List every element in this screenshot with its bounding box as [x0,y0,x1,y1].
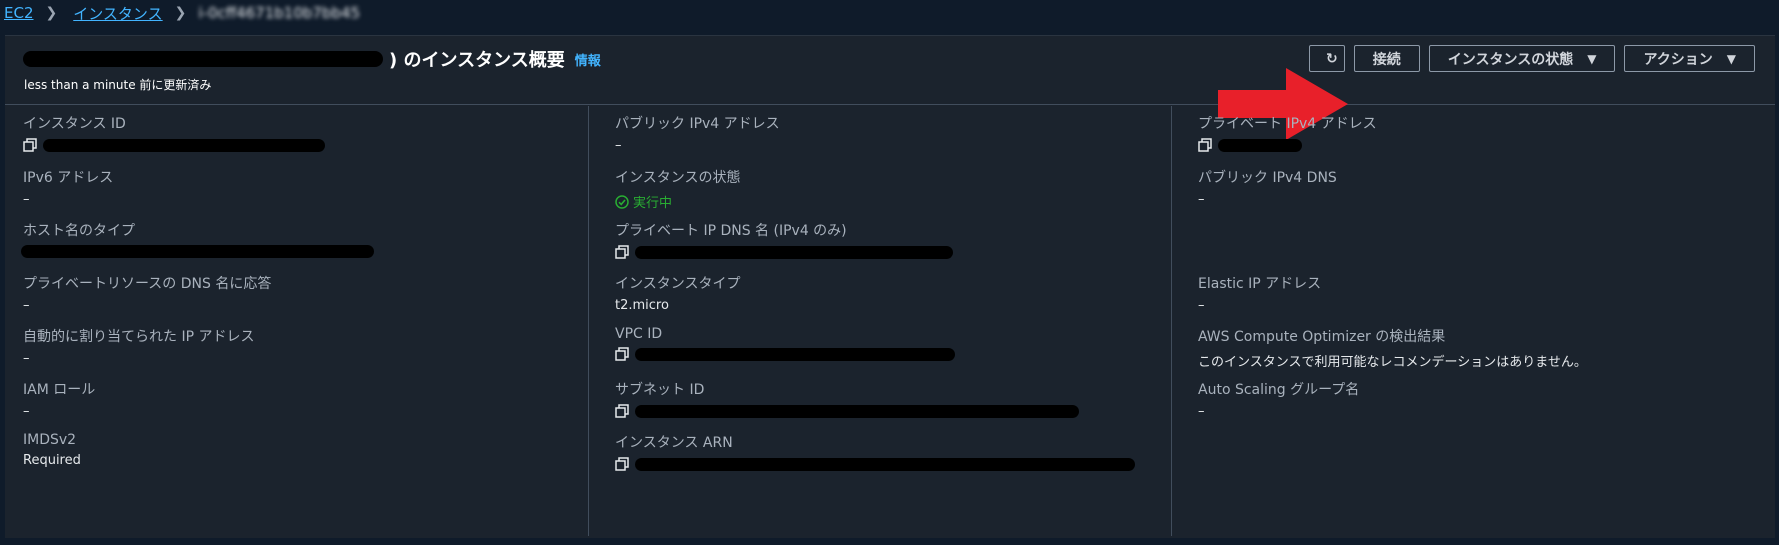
field-instance-arn: インスタンス ARN [615,432,1135,471]
field-vpc-id: VPC ID [615,326,955,361]
header-actions: ↻ 接続 インスタンスの状態 ▼ アクション ▼ [1308,45,1755,72]
field-label: IMDSv2 [23,432,77,448]
instance-state-dropdown[interactable]: インスタンスの状態 ▼ [1428,45,1616,72]
field-label: パブリック IPv4 アドレス [615,116,780,132]
field-instance-id: インスタンス ID [23,113,325,152]
redacted-link[interactable] [635,404,1079,418]
details-column-2: パブリック IPv4 アドレス – インスタンスの状態 実行中 プライベート I… [588,106,1169,536]
field-value [615,347,955,361]
field-label: インスタンスの状態 [615,170,741,186]
field-auto-ip: 自動的に割り当てられた IP アドレス – [23,326,254,366]
field-value: このインスタンスで利用可能なレコメンデーションはありません。 [1198,355,1587,370]
instance-state-label: インスタンスの状態 [1447,51,1574,68]
field-private-ip-dns: プライベート IP DNS 名 (IPv4 のみ) [615,220,953,259]
field-label: IPv6 アドレス [23,170,114,186]
field-label: パブリック IPv4 DNS [1198,170,1337,186]
field-value [21,245,374,258]
field-imdsv2: IMDSv2 Required [23,432,81,468]
field-subnet-id: サブネット ID [615,379,1079,418]
field-label: 自動的に割り当てられた IP アドレス [23,329,255,345]
field-compute-optimizer: AWS Compute Optimizer の検出結果 このインスタンスで利用可… [1198,326,1587,370]
redacted-value [635,457,1135,471]
field-label: ホスト名のタイプ [23,223,135,239]
field-value: Required [23,453,81,468]
chevron-right-icon: ❯ [174,5,187,21]
last-updated-text: less than a minute 前に更新済み [24,78,212,92]
field-label: インスタンスタイプ [615,276,741,292]
field-private-dns-answer: プライベートリソースの DNS 名に応答 – [23,273,271,313]
field-label: VPC ID [615,326,663,342]
panel-header: ) のインスタンス概要 情報 less than a minute 前に更新済み… [5,36,1775,105]
field-label: IAM ロール [23,382,96,398]
connect-button[interactable]: 接続 [1353,45,1420,72]
breadcrumb-current: i-0cff4671b10b7bb45 [198,4,361,22]
refresh-icon: ↻ [1326,50,1338,67]
copy-icon[interactable] [23,138,37,152]
actions-label: アクション [1643,51,1713,68]
redacted-value [1218,138,1302,152]
field-value: – [1198,298,1205,313]
field-value [615,457,1135,471]
field-label: Auto Scaling グループ名 [1198,382,1360,398]
field-instance-state: インスタンスの状態 実行中 [615,167,740,211]
field-label: プライベートリソースの DNS 名に応答 [23,276,272,292]
field-value [1198,138,1377,152]
copy-icon[interactable] [615,457,629,471]
breadcrumb: EC2 ❯ インスタンス ❯ i-0cff4671b10b7bb45 [0,0,360,26]
caret-down-icon: ▼ [1587,51,1597,66]
field-public-ipv4: パブリック IPv4 アドレス – [615,113,780,153]
field-label: サブネット ID [615,382,705,398]
actions-dropdown[interactable]: アクション ▼ [1624,45,1755,72]
copy-icon[interactable] [1198,138,1212,152]
chevron-right-icon: ❯ [45,5,58,21]
copy-icon[interactable] [615,347,629,361]
field-value: – [23,351,30,366]
field-public-ipv4-dns: パブリック IPv4 DNS – [1198,167,1337,207]
field-value: – [23,298,30,313]
instance-summary-panel: ) のインスタンス概要 情報 less than a minute 前に更新済み… [5,35,1775,538]
field-elastic-ip: Elastic IP アドレス – [1198,273,1321,313]
field-auto-scaling-group: Auto Scaling グループ名 – [1198,379,1359,419]
redacted-link[interactable] [635,347,955,361]
field-value: – [23,192,30,207]
breadcrumb-instances-link[interactable]: インスタンス [73,3,162,24]
redacted-value [635,245,953,259]
field-label: Elastic IP アドレス [1198,276,1322,292]
page-title: ) のインスタンス概要 [389,50,565,71]
field-instance-type: インスタンスタイプ t2.micro [615,273,740,313]
field-value: t2.micro [615,298,669,313]
details-column-1: インスタンス ID IPv6 アドレス – ホスト名のタイプ プライベートリソー… [5,106,585,536]
info-link[interactable]: 情報 [575,50,601,69]
page-title-row: ) のインスタンス概要 情報 [23,46,601,72]
copy-icon[interactable] [615,245,629,259]
field-label: プライベート IPv4 アドレス [1198,116,1377,132]
connect-button-label: 接続 [1372,51,1401,68]
field-value [615,404,1079,418]
status-text: 実行中 [633,196,673,211]
field-value [23,138,325,152]
field-hostname-type: ホスト名のタイプ [21,220,374,258]
field-label: AWS Compute Optimizer の検出結果 [1198,329,1446,345]
field-label: インスタンス ID [23,116,126,132]
field-ipv6: IPv6 アドレス – [23,167,113,207]
redacted-value [43,138,325,152]
copy-icon[interactable] [615,404,629,418]
details-column-3: プライベート IPv4 アドレス パブリック IPv4 DNS – Elasti… [1171,106,1752,536]
field-label: プライベート IP DNS 名 (IPv4 のみ) [615,223,847,239]
field-value [615,245,953,259]
caret-down-icon: ▼ [1726,51,1736,66]
field-label: インスタンス ARN [615,435,733,451]
field-private-ipv4: プライベート IPv4 アドレス [1198,113,1377,152]
field-value: – [1198,192,1205,207]
field-value: – [23,404,30,419]
field-value: – [1198,404,1205,419]
redacted-instance-name [23,51,383,67]
check-circle-icon [615,194,629,209]
status-badge: 実行中 [615,192,740,211]
breadcrumb-ec2-link[interactable]: EC2 [4,4,34,22]
redacted-value [21,245,374,258]
field-iam-role: IAM ロール – [23,379,95,419]
field-value: – [615,138,622,153]
